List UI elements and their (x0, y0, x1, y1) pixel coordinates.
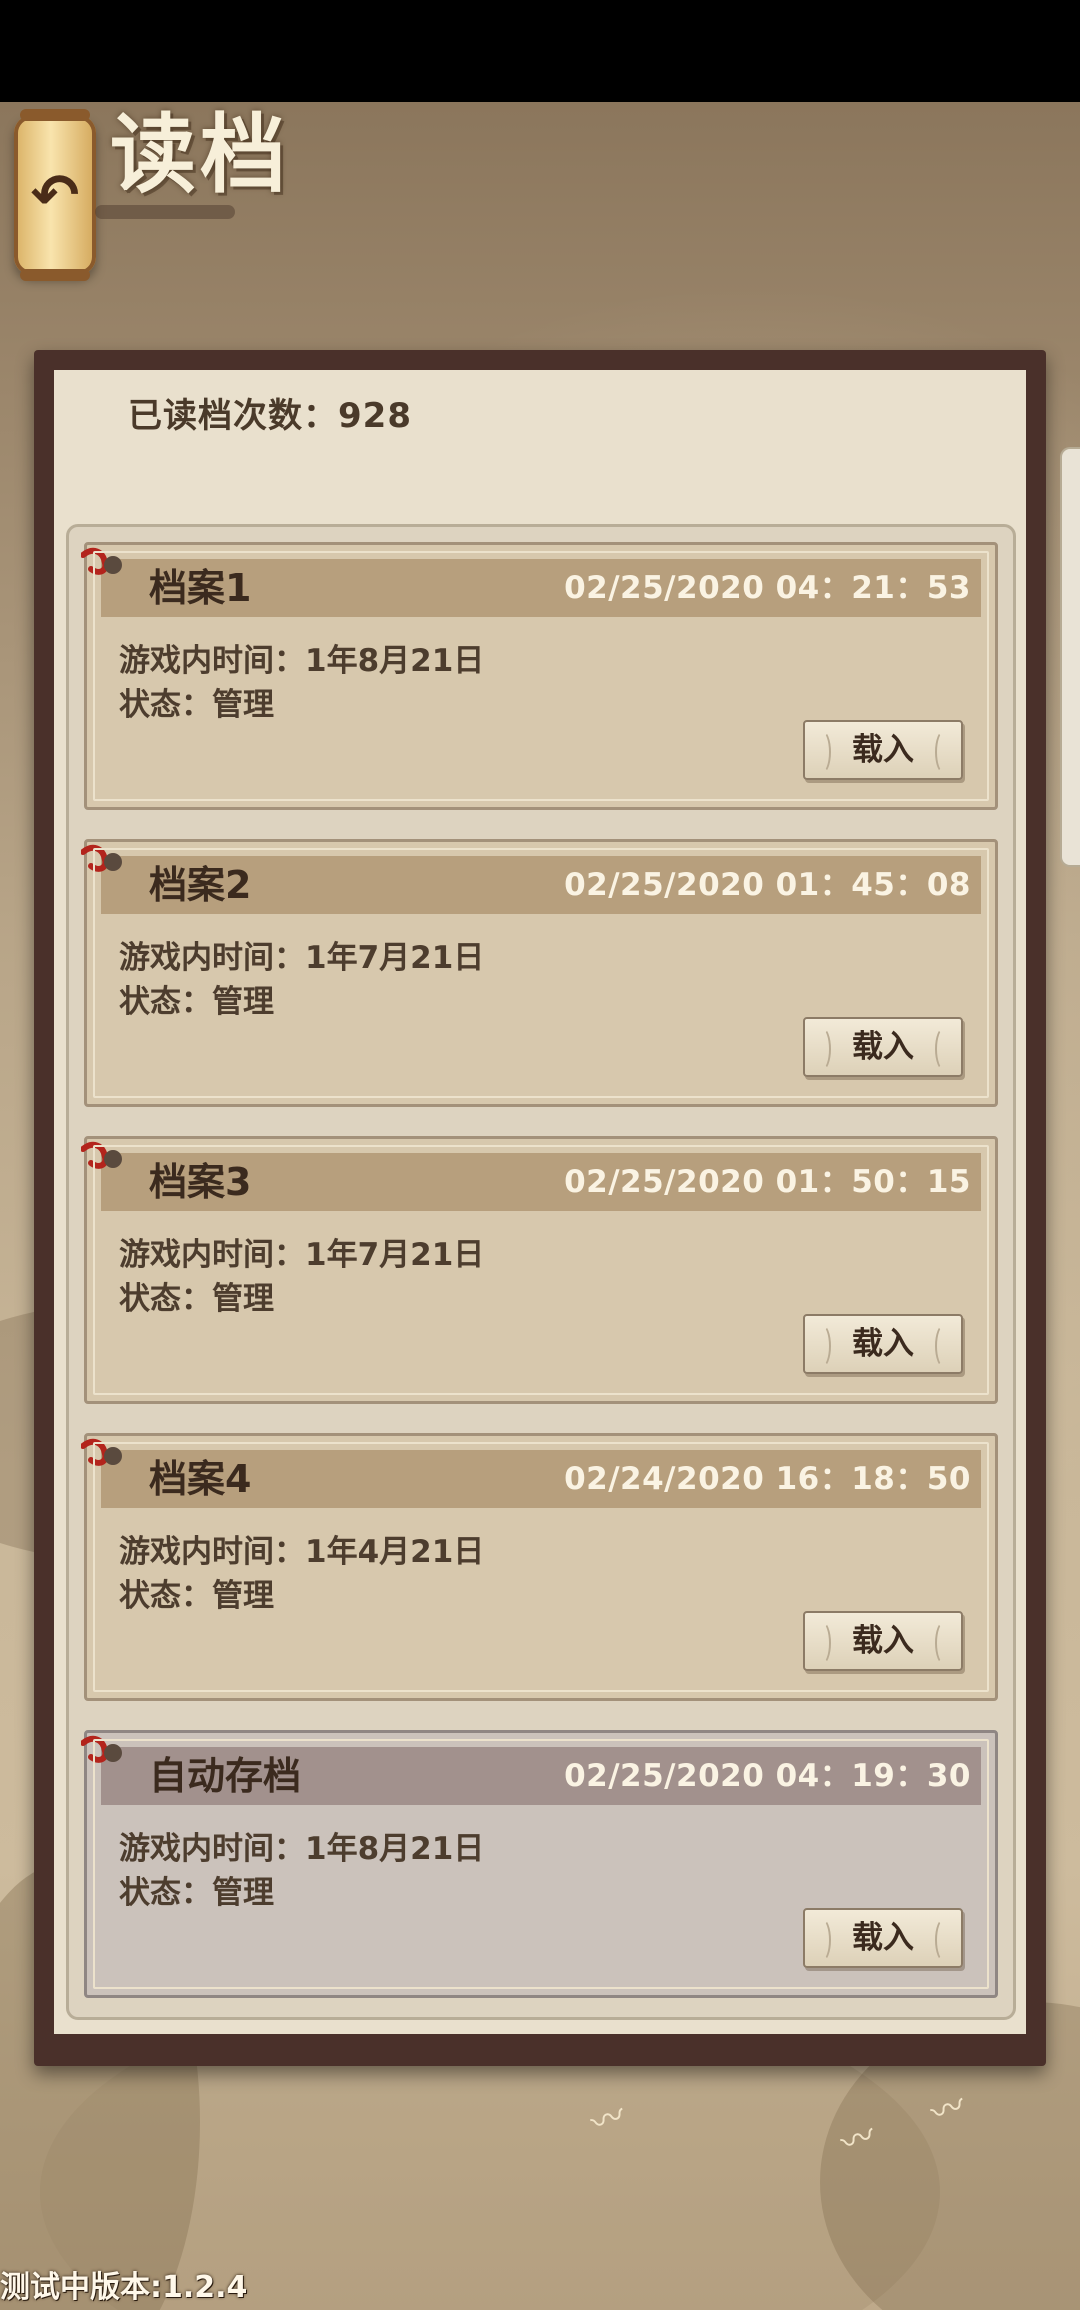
version-label: 测试中版本:1.2.4 (0, 2270, 248, 2305)
side-scroll-handle[interactable] (1060, 447, 1080, 867)
save-slot-name: 档案1 (149, 566, 252, 610)
save-slot-4: 档案4 02/24/2020 16：18：50 游戏内时间：1年4月21日 状态… (81, 1433, 998, 1701)
save-slot-header: 档案2 02/25/2020 01：45：08 (101, 856, 981, 914)
save-slot-header: 自动存档 02/25/2020 04：19：30 (101, 1747, 981, 1805)
auto-save-slot: 自动存档 02/25/2020 04：19：30 游戏内时间：1年8月21日 状… (81, 1730, 998, 1998)
save-slot-status: 状态：管理 (119, 687, 274, 723)
save-slot-status: 状态：管理 (119, 1578, 274, 1614)
save-slot-name: 档案3 (149, 1160, 252, 1204)
save-slot-2: 档案2 02/25/2020 01：45：08 游戏内时间：1年7月21日 状态… (81, 839, 998, 1107)
save-slot-timestamp: 02/25/2020 04：19：30 (564, 1758, 971, 1794)
read-count-label: 已读档次数：928 (128, 396, 412, 436)
save-slot-name: 档案2 (149, 863, 252, 907)
save-slot-game-time: 游戏内时间：1年7月21日 (119, 1237, 485, 1273)
pin-ribbon-icon (81, 1735, 122, 1763)
save-slot-status: 状态：管理 (119, 1875, 274, 1911)
load-button[interactable]: 载入 (803, 1017, 963, 1077)
save-slot-timestamp: 02/25/2020 04：21：53 (564, 570, 971, 606)
pin-ribbon-icon (81, 844, 122, 872)
pin-ribbon-icon (81, 1141, 122, 1169)
page-title: 读档 (110, 104, 290, 205)
pin-ribbon-icon (81, 1438, 122, 1466)
save-slot-1: 档案1 02/25/2020 04：21：53 游戏内时间：1年8月21日 状态… (81, 542, 998, 810)
save-slot-status: 状态：管理 (119, 1281, 274, 1317)
load-button[interactable]: 载入 (803, 1611, 963, 1671)
save-slot-header: 档案1 02/25/2020 04：21：53 (101, 559, 981, 617)
save-slot-game-time: 游戏内时间：1年7月21日 (119, 940, 485, 976)
back-arrow-icon: ↶ (30, 161, 80, 229)
save-slot-name: 自动存档 (149, 1754, 302, 1798)
save-slot-name: 档案4 (149, 1457, 252, 1501)
save-slot-game-time: 游戏内时间：1年8月21日 (119, 643, 485, 679)
back-button[interactable]: ↶ (14, 109, 96, 281)
load-button[interactable]: 载入 (803, 720, 963, 780)
save-slot-status: 状态：管理 (119, 984, 274, 1020)
save-slot-timestamp: 02/24/2020 16：18：50 (564, 1461, 971, 1497)
save-slot-timestamp: 02/25/2020 01：50：15 (564, 1164, 971, 1200)
load-button[interactable]: 载入 (803, 1908, 963, 1968)
save-slot-header: 档案3 02/25/2020 01：50：15 (101, 1153, 981, 1211)
load-button[interactable]: 载入 (803, 1314, 963, 1374)
save-slot-game-time: 游戏内时间：1年4月21日 (119, 1534, 485, 1570)
save-slot-3: 档案3 02/25/2020 01：50：15 游戏内时间：1年7月21日 状态… (81, 1136, 998, 1404)
pin-ribbon-icon (81, 547, 122, 575)
save-slot-game-time: 游戏内时间：1年8月21日 (119, 1831, 485, 1867)
status-bar (0, 0, 1080, 102)
save-slot-header: 档案4 02/24/2020 16：18：50 (101, 1450, 981, 1508)
save-slot-timestamp: 02/25/2020 01：45：08 (564, 867, 971, 903)
